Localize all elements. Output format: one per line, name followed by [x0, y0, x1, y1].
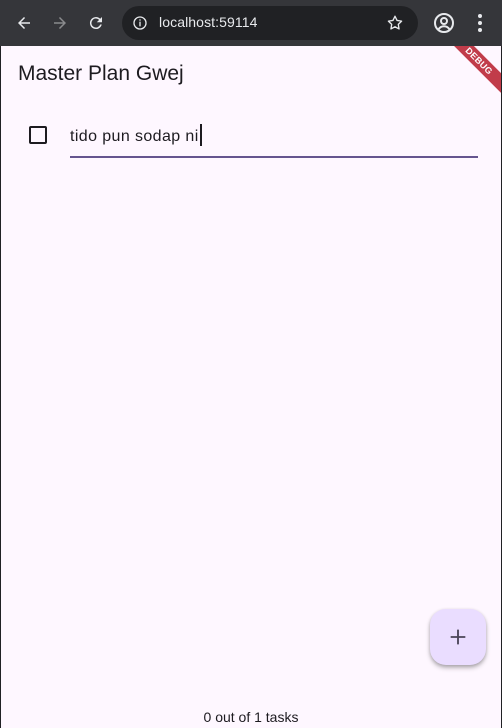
address-bar[interactable]: localhost:59114: [122, 6, 418, 40]
forward-arrow-icon[interactable]: [48, 11, 72, 35]
task-row: tido pun sodap ni: [1, 110, 501, 160]
add-task-button[interactable]: [430, 609, 486, 665]
add-icon: [450, 629, 466, 645]
back-arrow-icon[interactable]: [12, 11, 36, 35]
debug-banner: DEBUG: [438, 46, 501, 102]
task-count-status: 0 out of 1 tasks: [203, 709, 299, 725]
reload-icon[interactable]: [84, 11, 108, 35]
browser-toolbar: localhost:59114: [0, 0, 502, 46]
app-title: Master Plan Gwej: [18, 62, 184, 85]
app-viewport: Master Plan Gwej DEBUG tido pun sodap ni…: [1, 46, 501, 728]
task-description-text[interactable]: tido pun sodap ni: [70, 128, 199, 145]
star-icon[interactable]: [386, 14, 404, 32]
url-text[interactable]: localhost:59114: [159, 14, 258, 30]
task-description-field[interactable]: tido pun sodap ni: [70, 110, 478, 158]
profile-icon[interactable]: [432, 11, 456, 35]
kebab-menu-icon[interactable]: [468, 11, 492, 35]
text-caret: [199, 124, 202, 146]
info-icon[interactable]: [130, 13, 150, 33]
task-complete-checkbox[interactable]: [29, 126, 47, 144]
